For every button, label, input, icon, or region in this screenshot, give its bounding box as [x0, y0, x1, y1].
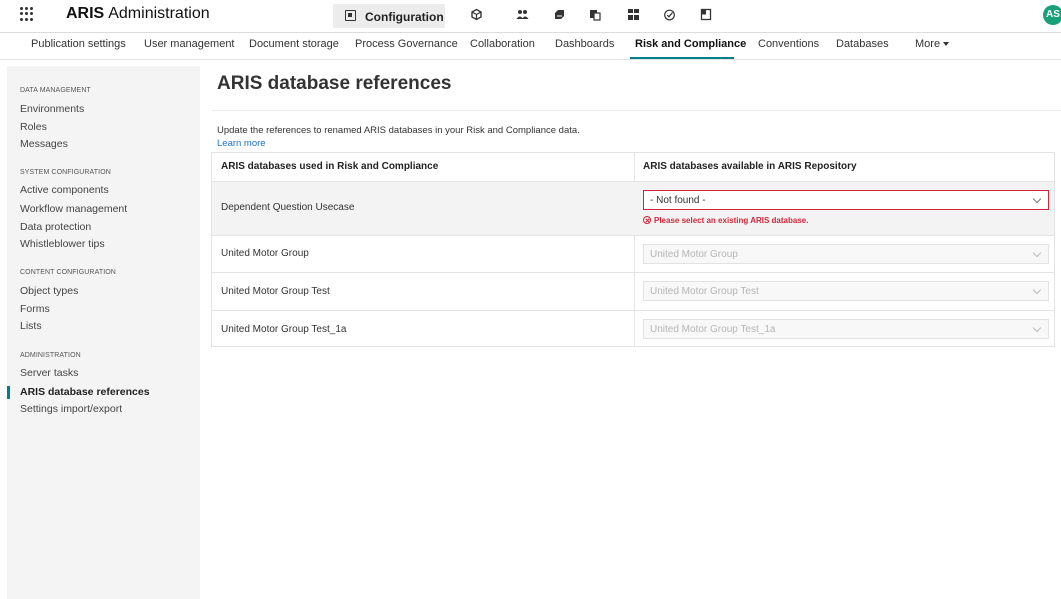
sidebar-item-settings-import-export[interactable]: Settings import/export [20, 403, 122, 415]
tab-user-management[interactable]: User management [144, 38, 235, 50]
database-select-value: - Not found - [650, 195, 706, 206]
learn-more-link[interactable]: Learn more [217, 138, 266, 149]
tab-more[interactable]: More [915, 38, 950, 50]
chevron-down-icon [1032, 323, 1042, 333]
sidebar-item-aris-database-references[interactable]: ARIS database references [20, 386, 150, 398]
sidebar-item-server-tasks[interactable]: Server tasks [20, 367, 78, 379]
column-header-available: ARIS databases available in ARIS Reposit… [643, 161, 857, 172]
sidebar-item-workflow-management[interactable]: Workflow management [20, 203, 127, 215]
used-database-name: United Motor Group Test_1a [221, 324, 347, 335]
database-select[interactable]: - Not found - [643, 190, 1049, 210]
validation-error-text: Please select an existing ARIS database. [654, 216, 809, 225]
check-circle-icon[interactable] [663, 8, 676, 21]
sidebar-heading-data-management: DATA MANAGEMENT [20, 87, 91, 94]
tab-conventions[interactable]: Conventions [758, 38, 819, 50]
configuration-label: Configuration [365, 10, 444, 24]
active-tab-indicator [630, 57, 734, 59]
user-avatar[interactable]: AS [1043, 5, 1061, 25]
database-select-value: United Motor Group Test [650, 286, 759, 297]
table-row: United Motor Group United Motor Group [212, 235, 1054, 272]
tab-risk-and-compliance[interactable]: Risk and Compliance [635, 38, 746, 50]
database-select-value: United Motor Group Test_1a [650, 324, 776, 335]
app-launcher-icon[interactable] [20, 7, 34, 21]
module-tabs: Publication settings User management Doc… [0, 33, 1061, 60]
tab-more-label: More [915, 38, 941, 50]
sidebar-item-environments[interactable]: Environments [20, 103, 84, 115]
sidebar-item-messages[interactable]: Messages [20, 138, 68, 150]
validation-error: Please select an existing ARIS database. [643, 216, 808, 225]
sidebar-item-forms[interactable]: Forms [20, 303, 50, 315]
chevron-down-icon [1032, 248, 1042, 258]
database-references-table: ARIS databases used in Risk and Complian… [211, 152, 1055, 347]
used-database-name: United Motor Group Test [221, 286, 330, 297]
tab-collaboration[interactable]: Collaboration [470, 38, 535, 50]
layout-icon[interactable] [700, 8, 713, 21]
table-row: Dependent Question Usecase - Not found -… [212, 181, 1054, 235]
page-description: Update the references to renamed ARIS da… [217, 125, 580, 136]
database-select[interactable]: United Motor Group Test [643, 281, 1049, 301]
table-row: United Motor Group Test United Motor Gro… [212, 272, 1054, 310]
sidebar-active-marker [7, 386, 10, 399]
tab-publication-settings[interactable]: Publication settings [31, 38, 126, 50]
tab-process-governance[interactable]: Process Governance [355, 38, 458, 50]
sidebar-heading-content-configuration: CONTENT CONFIGURATION [20, 269, 116, 276]
tab-dashboards[interactable]: Dashboards [555, 38, 614, 50]
app-title: ARIS Administration [66, 5, 210, 22]
tab-databases[interactable]: Databases [836, 38, 889, 50]
sidebar-item-object-types[interactable]: Object types [20, 285, 78, 297]
used-database-name: Dependent Question Usecase [221, 202, 355, 213]
sidebar: DATA MANAGEMENT Environments Roles Messa… [7, 66, 200, 599]
sidebar-item-whistleblower-tips[interactable]: Whistleblower tips [20, 238, 105, 250]
caret-down-icon [943, 42, 950, 47]
table-row: United Motor Group Test_1a United Motor … [212, 310, 1054, 346]
database-select[interactable]: United Motor Group [643, 244, 1049, 264]
database-icon[interactable] [553, 8, 566, 21]
page-title: ARIS database references [217, 73, 452, 94]
top-bar: ARIS Administration Configuration AS [0, 0, 1061, 33]
sidebar-heading-administration: ADMINISTRATION [20, 352, 81, 359]
chevron-down-icon [1032, 285, 1042, 295]
chevron-down-icon [1032, 194, 1042, 204]
configuration-icon [345, 10, 356, 21]
database-select[interactable]: United Motor Group Test_1a [643, 319, 1049, 339]
error-icon [643, 216, 651, 224]
title-divider [212, 110, 1061, 111]
documents-icon[interactable] [589, 8, 602, 21]
tab-document-storage[interactable]: Document storage [249, 38, 339, 50]
users-icon[interactable] [516, 8, 529, 21]
sidebar-item-data-protection[interactable]: Data protection [20, 221, 91, 233]
configuration-module-button[interactable]: Configuration [333, 4, 445, 28]
dashboard-icon[interactable] [627, 8, 640, 21]
column-header-used: ARIS databases used in Risk and Complian… [221, 161, 439, 172]
sidebar-heading-system-configuration: SYSTEM CONFIGURATION [20, 169, 111, 176]
database-select-value: United Motor Group [650, 249, 738, 260]
package-icon[interactable] [470, 8, 483, 21]
sidebar-item-active-components[interactable]: Active components [20, 184, 109, 196]
sidebar-item-lists[interactable]: Lists [20, 320, 42, 332]
used-database-name: United Motor Group [221, 248, 309, 259]
sidebar-item-roles[interactable]: Roles [20, 121, 47, 133]
